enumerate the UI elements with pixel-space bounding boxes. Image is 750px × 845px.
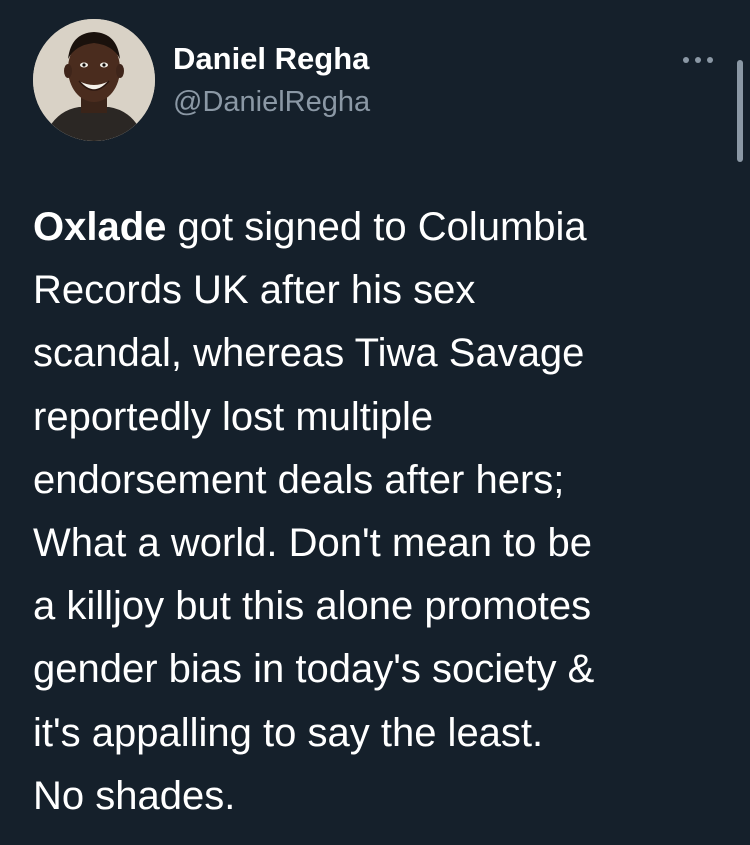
tweet-line: No shades. (33, 773, 236, 818)
tweet-line: endorsement deals after hers; (33, 457, 565, 502)
tweet-line: gender bias in today's society & (33, 647, 595, 692)
tweet-line: What a world. Don't mean to be (33, 521, 593, 566)
tweet-line-text: got signed to Columbia (166, 205, 587, 249)
tweet-text: Oxlade got signed to Columbia Records UK… (33, 196, 723, 828)
more-options-button[interactable] (676, 46, 720, 74)
tweet-line: a killjoy but this alone promotes (33, 584, 592, 629)
scrollbar[interactable] (737, 60, 743, 162)
author-name[interactable]: Daniel Regha (173, 41, 369, 77)
tweet-highlight: Oxlade (33, 205, 167, 249)
tweet-line: reportedly lost multiple (33, 394, 434, 439)
tweet-line: Records UK after his sex (33, 268, 476, 313)
tweet-line: it's appalling to say the least. (33, 710, 544, 755)
avatar[interactable] (33, 19, 155, 141)
tweet-line: scandal, whereas Tiwa Savage (33, 331, 585, 376)
author-handle[interactable]: @DanielRegha (173, 84, 370, 120)
profile-photo (33, 19, 155, 141)
more-horizontal-icon (683, 57, 713, 63)
tweet-line: Oxlade got signed to Columbia (33, 196, 723, 259)
